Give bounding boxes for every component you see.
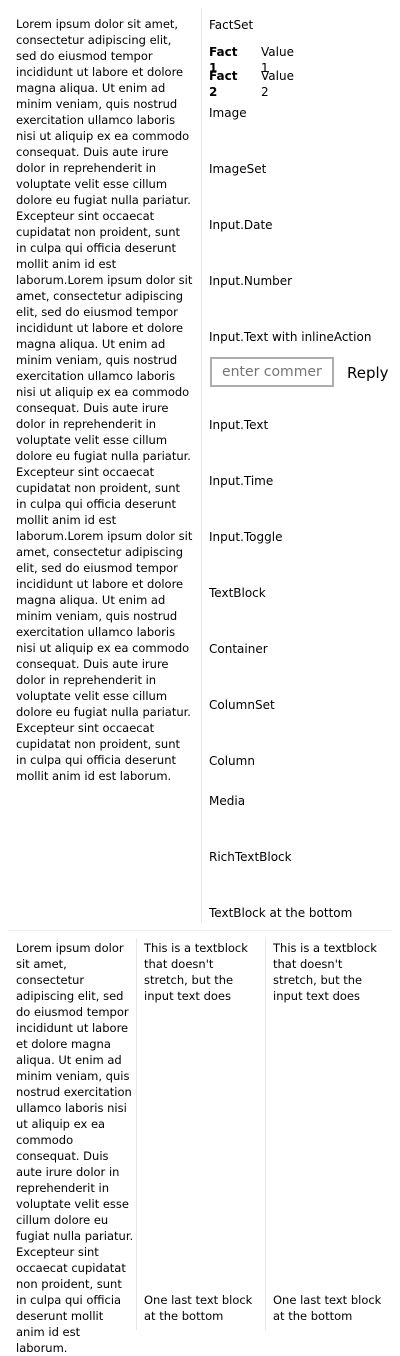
textblock-label: TextBlock: [209, 586, 266, 600]
column-separator: [265, 938, 266, 1330]
input-number-label: Input.Number: [209, 274, 293, 288]
input-date-label: Input.Date: [209, 218, 273, 232]
richtextblock-label: RichTextBlock: [209, 850, 292, 864]
lorem-text-block: Lorem ipsum dolor sit amet, consectetur …: [16, 17, 193, 783]
media-label: Media: [209, 794, 246, 808]
imageset-label: ImageSet: [209, 162, 267, 176]
column-top-text: This is a textblock that doesn't stretch…: [273, 941, 377, 1003]
input-time-label: Input.Time: [209, 474, 274, 488]
lorem-text-block: Lorem ipsum dolor sit amet, consectetur …: [16, 941, 134, 1355]
factset-label: FactSet: [209, 18, 254, 32]
comment-input[interactable]: [210, 357, 334, 387]
column-label: Column: [209, 754, 255, 768]
column-bottom-text: One last text block at the bottom: [144, 1293, 253, 1323]
image-label: Image: [209, 106, 247, 120]
section-separator: [8, 930, 392, 931]
column-separator: [201, 8, 202, 923]
input-text-inline-label: Input.Text with inlineAction: [209, 330, 372, 344]
textblock-bottom-label: TextBlock at the bottom: [209, 906, 353, 920]
bottom-columnset: Lorem ipsum dolor sit amet, consectetur …: [0, 930, 400, 1355]
column-bottom-text: One last text block at the bottom: [273, 1293, 382, 1323]
column-separator: [136, 938, 137, 1330]
top-columnset: Lorem ipsum dolor sit amet, consectetur …: [0, 0, 400, 930]
reply-button[interactable]: Reply: [343, 360, 393, 386]
input-toggle-label: Input.Toggle: [209, 530, 283, 544]
column-top-text: This is a textblock that doesn't stretch…: [144, 941, 248, 1003]
fact-title: Fact 2: [209, 69, 238, 99]
fact-value: Value 2: [261, 69, 294, 99]
container-label: Container: [209, 642, 268, 656]
input-text-label: Input.Text: [209, 418, 269, 432]
columnset-label: ColumnSet: [209, 698, 275, 712]
